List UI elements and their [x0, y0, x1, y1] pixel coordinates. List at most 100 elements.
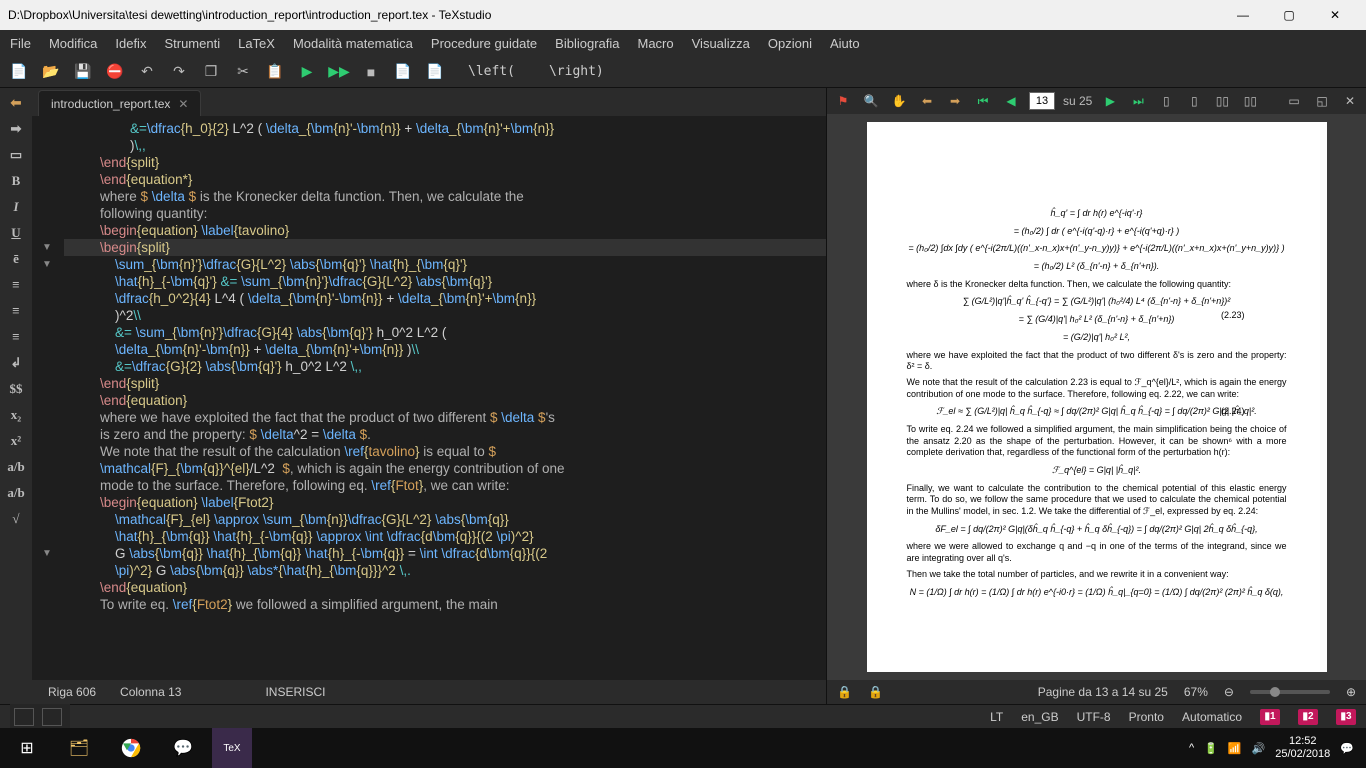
chrome-icon[interactable] [108, 728, 154, 768]
menu-idefix[interactable]: Idefix [115, 36, 146, 51]
code-line[interactable]: where we have exploited the fact that th… [64, 409, 826, 426]
pdf-hand-icon[interactable]: ✋ [889, 91, 909, 111]
language-label[interactable]: en_GB [1021, 710, 1058, 724]
frac-icon[interactable]: a/b [5, 456, 27, 478]
pdf-single-icon[interactable]: ▯ [1156, 91, 1176, 111]
code-line[interactable]: \end{split} [64, 375, 826, 392]
code-line[interactable]: \end{split} [64, 154, 826, 171]
redo-icon[interactable]: ↷ [168, 61, 190, 83]
panel-side-icon[interactable] [14, 708, 34, 726]
menu-latex[interactable]: LaTeX [238, 36, 275, 51]
cut-icon[interactable]: ✂ [232, 61, 254, 83]
close-doc-icon[interactable]: ⛔ [104, 61, 126, 83]
sqrt-icon[interactable]: √ [5, 508, 27, 530]
pdf-forward-icon[interactable]: ➡ [945, 91, 965, 111]
newline-icon[interactable]: ↲ [5, 352, 27, 374]
fold-marker-icon[interactable]: ▼ [42, 256, 52, 273]
editor-tab-active[interactable]: introduction_report.tex ✕ [38, 90, 201, 116]
code-line[interactable]: To write eq. \ref{Ftot2} we followed a s… [64, 596, 826, 613]
open-file-icon[interactable]: 📂 [40, 61, 62, 83]
code-line[interactable]: \end{equation} [64, 392, 826, 409]
bookmark-2-badge[interactable]: ▮2 [1298, 709, 1318, 725]
pdf-search-icon[interactable]: 🔍 [861, 91, 881, 111]
menu-tools[interactable]: Strumenti [164, 36, 220, 51]
menu-biblio[interactable]: Bibliografia [555, 36, 619, 51]
code-line[interactable]: )^2\\ [64, 307, 826, 324]
zoom-slider[interactable] [1250, 690, 1330, 694]
pdf-cont-icon[interactable]: ▯ [1184, 91, 1204, 111]
code-line[interactable]: \mathcal{F}_{el} \approx \sum_{\bm{n}}\d… [64, 511, 826, 528]
code-line[interactable]: \begin{split} [64, 239, 826, 256]
menu-macro[interactable]: Macro [638, 36, 674, 51]
code-line[interactable]: )\,, [64, 137, 826, 154]
forward-icon[interactable]: ➡ [5, 118, 27, 140]
tray-up-icon[interactable]: ^ [1189, 742, 1194, 754]
compile-icon[interactable]: ▶▶ [328, 61, 350, 83]
zoom-in-icon[interactable]: ⊕ [1346, 685, 1356, 699]
lock-icon-2[interactable]: 🔒 [868, 685, 883, 699]
fold-marker-icon[interactable]: ▼ [42, 545, 52, 562]
code-line[interactable]: following quantity: [64, 205, 826, 222]
code-line[interactable]: \begin{equation} \label{tavolino} [64, 222, 826, 239]
right-bracket-button[interactable]: \right) [537, 64, 616, 79]
part-icon[interactable]: ▭ [5, 144, 27, 166]
menu-math[interactable]: Modalità matematica [293, 36, 413, 51]
bookmark-1-badge[interactable]: ▮1 [1260, 709, 1280, 725]
pdf-prev-icon[interactable]: ◀ [1001, 91, 1021, 111]
start-button[interactable]: ⊞ [4, 728, 50, 768]
align-right-icon[interactable]: ≡ [5, 326, 27, 348]
italic-icon[interactable]: I [5, 196, 27, 218]
menu-help[interactable]: Aiuto [830, 36, 860, 51]
code-editor[interactable]: ▼▼▼ &=\dfrac{h_0}{2} L^2 ( \delta_{\bm{n… [32, 116, 826, 680]
ltool-icon[interactable]: LT [990, 710, 1003, 724]
code-line[interactable]: \end{equation*} [64, 171, 826, 188]
bold-icon[interactable]: B [5, 170, 27, 192]
menu-view[interactable]: Visualizza [692, 36, 750, 51]
undo-icon[interactable]: ↶ [136, 61, 158, 83]
tab-close-icon[interactable]: ✕ [178, 97, 188, 111]
pdf-enlarge-icon[interactable]: ◱ [1312, 91, 1332, 111]
pdf-next-icon[interactable]: ▶ [1100, 91, 1120, 111]
save-icon[interactable]: 💾 [72, 61, 94, 83]
whatsapp-icon[interactable]: 💬 [160, 728, 206, 768]
code-line[interactable]: where $ \delta $ is the Kronecker delta … [64, 188, 826, 205]
pdf-sync-icon[interactable]: ⚑ [833, 91, 853, 111]
lock-icon[interactable]: 🔒 [837, 685, 852, 699]
code-line[interactable]: is zero and the property: $ \delta^2 = \… [64, 426, 826, 443]
code-line[interactable]: \end{equation} [64, 579, 826, 596]
bookmark-3-badge[interactable]: ▮3 [1336, 709, 1356, 725]
pdf-back-icon[interactable]: ⬅ [917, 91, 937, 111]
code-line[interactable]: \pi)^2} G \abs{\bm{q}} \abs*{\hat{h}_{\b… [64, 562, 826, 579]
underline-icon[interactable]: U [5, 222, 27, 244]
pdf-close-icon[interactable]: ✕ [1340, 91, 1360, 111]
zoom-out-icon[interactable]: ⊖ [1224, 685, 1234, 699]
texstudio-taskbar-icon[interactable]: TeX [212, 728, 252, 768]
stop-icon[interactable]: ■ [360, 61, 382, 83]
code-line[interactable]: &=\dfrac{G}{2} \abs{\bm{q}'} h_0^2 L^2 \… [64, 358, 826, 375]
pdf-doublecont-icon[interactable]: ▯▯ [1240, 91, 1260, 111]
code-line[interactable]: \hat{h}_{\bm{q}} \hat{h}_{-\bm{q}} \appr… [64, 528, 826, 545]
copy-icon[interactable]: ❐ [200, 61, 222, 83]
encoding-label[interactable]: UTF-8 [1077, 710, 1111, 724]
code-line[interactable]: mode to the surface. Therefore, followin… [64, 477, 826, 494]
tray-volume-icon[interactable]: 🔊 [1252, 742, 1266, 755]
math-mode-icon[interactable]: $$ [5, 378, 27, 400]
code-line[interactable]: \hat{h}_{-\bm{q}'} &= \sum_{\bm{n}'}\dfr… [64, 273, 826, 290]
code-line[interactable]: We note that the result of the calculati… [64, 443, 826, 460]
dfrac-icon[interactable]: a/b [5, 482, 27, 504]
view-log-icon[interactable]: 📄 [392, 61, 414, 83]
pdf-last-icon[interactable]: ⏭ [1128, 91, 1148, 111]
code-line[interactable]: \delta_{\bm{n}'-\bm{n}} + \delta_{\bm{n}… [64, 341, 826, 358]
tray-wifi-icon[interactable]: 📶 [1228, 742, 1242, 755]
code-line[interactable]: \sum_{\bm{n}'}\dfrac{G}{L^2} \abs{\bm{q}… [64, 256, 826, 273]
back-icon[interactable]: ⬅ [5, 92, 27, 114]
code-line[interactable]: &= \sum_{\bm{n}'}\dfrac{G}{4} \abs{\bm{q… [64, 324, 826, 341]
explorer-icon[interactable]: 🗂 [56, 728, 102, 768]
tray-notifications-icon[interactable]: 💬 [1340, 742, 1354, 755]
menu-options[interactable]: Opzioni [768, 36, 812, 51]
auto-label[interactable]: Automatico [1182, 710, 1242, 724]
subscript-icon[interactable]: x₂ [5, 404, 27, 426]
pdf-page-input[interactable] [1029, 92, 1055, 110]
align-center-icon[interactable]: ≡ [5, 300, 27, 322]
pdf-first-icon[interactable]: ⏮ [973, 91, 993, 111]
